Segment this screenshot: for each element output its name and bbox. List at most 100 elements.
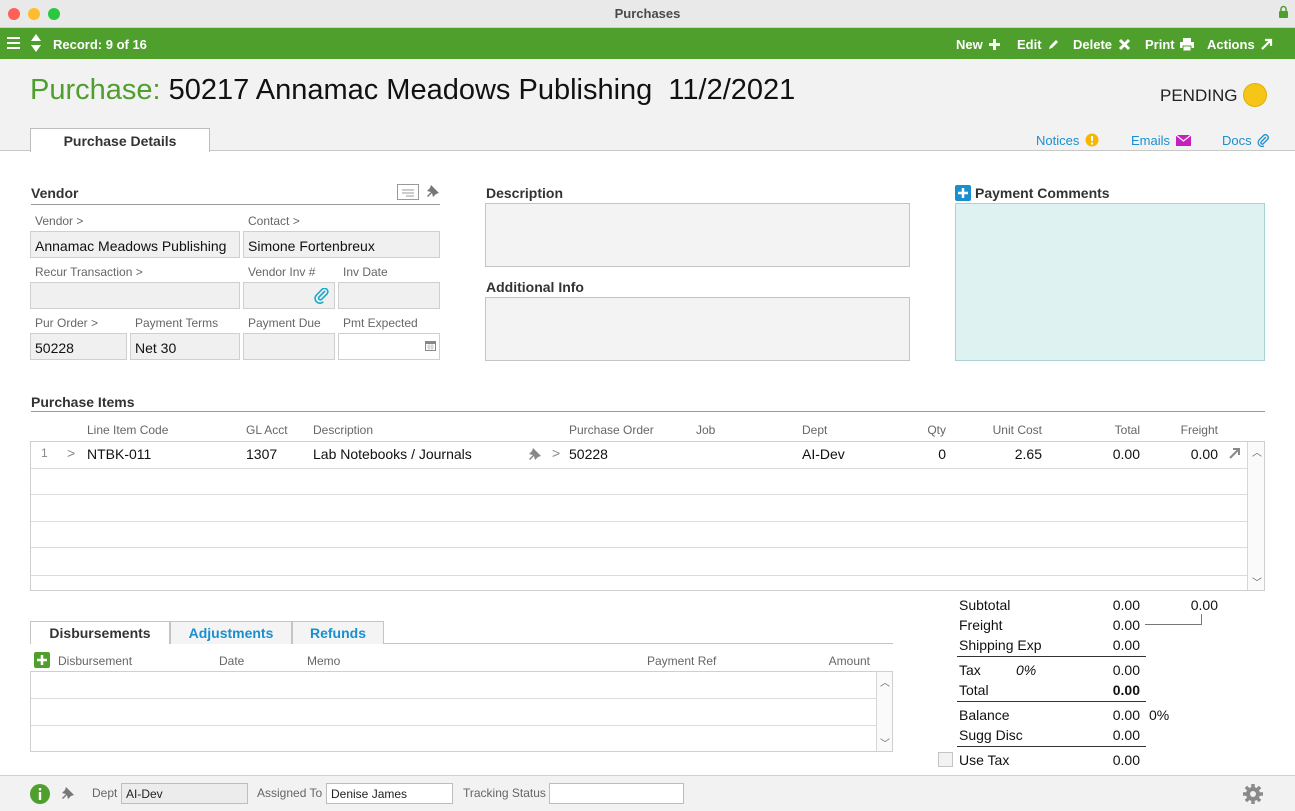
add-comment-icon[interactable] bbox=[955, 185, 971, 201]
tax-percent[interactable]: 0% bbox=[1016, 662, 1036, 678]
description-field[interactable] bbox=[485, 203, 910, 267]
tab-disbursements[interactable]: Disbursements bbox=[30, 621, 170, 644]
pur-order-label: Pur Order > bbox=[35, 316, 99, 330]
assigned-to-field[interactable]: Denise James bbox=[326, 783, 453, 804]
page-title-label: Purchase: bbox=[30, 74, 161, 106]
envelope-icon bbox=[1175, 134, 1192, 146]
col-gl-acct[interactable]: GL Acct bbox=[246, 423, 288, 437]
tracking-status-field[interactable] bbox=[549, 783, 684, 804]
qty-cell[interactable]: 0 bbox=[896, 446, 946, 462]
vendor-section-title: Vendor bbox=[31, 185, 79, 201]
purchase-order-cell[interactable]: 50228 bbox=[569, 446, 608, 462]
scroll-up-icon[interactable]: ︿ bbox=[1252, 444, 1262, 459]
col-payment-ref[interactable]: Payment Ref bbox=[647, 654, 716, 668]
freight-cell[interactable]: 0.00 bbox=[1148, 446, 1218, 462]
balance-percent: 0% bbox=[1149, 707, 1170, 723]
freight-value: 0.00 bbox=[1112, 617, 1140, 633]
payment-comments-title: Payment Comments bbox=[975, 185, 1110, 201]
col-total[interactable]: Total bbox=[1070, 423, 1140, 437]
contact-field[interactable]: Simone Fortenbreux bbox=[243, 231, 440, 258]
tab-refunds[interactable]: Refunds bbox=[292, 621, 384, 644]
pin-icon[interactable] bbox=[528, 447, 542, 461]
col-date[interactable]: Date bbox=[219, 654, 244, 668]
items-scrollbar[interactable]: ︿ ﹀ bbox=[1247, 442, 1264, 590]
dept-cell[interactable]: AI-Dev bbox=[802, 446, 845, 462]
dept-field[interactable]: AI-Dev bbox=[121, 783, 248, 804]
disbursements-scrollbar[interactable]: ︿ ﹀ bbox=[876, 672, 892, 751]
gl-acct-cell[interactable]: 1307 bbox=[246, 446, 277, 462]
menu-icon[interactable] bbox=[7, 36, 20, 50]
row-divider bbox=[31, 521, 1247, 522]
tabs-baseline bbox=[384, 643, 893, 644]
tab-purchase-details[interactable]: Purchase Details bbox=[30, 128, 210, 152]
col-freight[interactable]: Freight bbox=[1148, 423, 1218, 437]
payment-comments-field[interactable] bbox=[955, 203, 1265, 361]
unit-cost-cell[interactable]: 2.65 bbox=[972, 446, 1042, 462]
tax-value: 0.00 bbox=[1112, 662, 1140, 678]
add-disbursement-icon[interactable] bbox=[34, 652, 50, 668]
title-bar: Purchases bbox=[0, 0, 1295, 28]
recur-transaction-field[interactable] bbox=[30, 282, 240, 309]
col-amount[interactable]: Amount bbox=[800, 654, 870, 668]
scroll-down-icon[interactable]: ﹀ bbox=[1252, 574, 1262, 589]
payment-due-field[interactable] bbox=[243, 333, 335, 360]
scroll-up-icon[interactable]: ︿ bbox=[880, 674, 890, 689]
emails-link[interactable]: Emails bbox=[1131, 133, 1192, 148]
row-divider bbox=[31, 494, 1247, 495]
actions-label: Actions bbox=[1207, 37, 1255, 52]
new-button[interactable]: New bbox=[956, 37, 1001, 52]
lock-icon[interactable] bbox=[1278, 5, 1289, 19]
use-tax-label: Use Tax bbox=[959, 752, 1010, 768]
gear-icon[interactable] bbox=[1242, 783, 1264, 805]
arrow-out-icon bbox=[1261, 38, 1273, 50]
inv-date-field[interactable] bbox=[338, 282, 440, 309]
pin-icon[interactable] bbox=[426, 184, 440, 199]
col-unit-cost[interactable]: Unit Cost bbox=[972, 423, 1042, 437]
pur-order-field[interactable]: 50228 bbox=[30, 333, 127, 360]
description-cell[interactable]: Lab Notebooks / Journals bbox=[313, 446, 472, 462]
inv-date-label: Inv Date bbox=[343, 265, 388, 279]
actions-button[interactable]: Actions bbox=[1207, 37, 1273, 52]
vendor-field[interactable]: Annamac Meadows Publishing bbox=[30, 231, 240, 258]
col-dept[interactable]: Dept bbox=[802, 423, 827, 437]
record-navigator-icon[interactable] bbox=[30, 33, 42, 53]
open-item-icon[interactable] bbox=[1228, 447, 1241, 460]
pin-icon[interactable] bbox=[61, 786, 75, 801]
payment-terms-field[interactable]: Net 30 bbox=[130, 333, 240, 360]
sugg-disc-value: 0.00 bbox=[1112, 727, 1140, 743]
delete-button[interactable]: Delete bbox=[1073, 37, 1131, 52]
contact-label: Contact > bbox=[248, 214, 300, 228]
line-item-code-cell[interactable]: NTBK-011 bbox=[87, 446, 151, 462]
row-divider bbox=[31, 725, 876, 726]
total-label: Total bbox=[959, 682, 989, 698]
x-icon bbox=[1118, 38, 1130, 51]
footer-bar: Dept AI-Dev Assigned To Denise James Tra… bbox=[0, 775, 1295, 811]
sugg-disc-label: Sugg Disc bbox=[959, 727, 1023, 743]
status-text: PENDING bbox=[1160, 86, 1238, 105]
col-line-item-code[interactable]: Line Item Code bbox=[87, 423, 168, 437]
total-value: 0.00 bbox=[1112, 682, 1140, 698]
edit-button[interactable]: Edit bbox=[1017, 37, 1060, 52]
total-cell[interactable]: 0.00 bbox=[1070, 446, 1140, 462]
purchase-items-title: Purchase Items bbox=[31, 394, 135, 410]
tab-adjustments[interactable]: Adjustments bbox=[170, 621, 292, 644]
docs-link[interactable]: Docs bbox=[1222, 133, 1270, 148]
page-title: Purchase: 50217 Annamac Meadows Publishi… bbox=[30, 74, 795, 107]
calendar-icon[interactable] bbox=[425, 341, 436, 351]
card-icon[interactable] bbox=[397, 184, 419, 200]
col-qty[interactable]: Qty bbox=[896, 423, 946, 437]
po-link-icon[interactable]: > bbox=[552, 445, 560, 461]
col-purchase-order[interactable]: Purchase Order bbox=[569, 423, 654, 437]
attachment-icon[interactable] bbox=[314, 288, 330, 304]
col-description[interactable]: Description bbox=[313, 423, 373, 437]
print-button[interactable]: Print bbox=[1145, 37, 1195, 52]
row-expand-icon[interactable]: > bbox=[67, 445, 75, 461]
additional-info-field[interactable] bbox=[485, 297, 910, 361]
use-tax-checkbox[interactable] bbox=[938, 752, 953, 767]
info-icon[interactable] bbox=[30, 784, 50, 804]
col-job[interactable]: Job bbox=[696, 423, 715, 437]
col-disbursement[interactable]: Disbursement bbox=[58, 654, 132, 668]
col-memo[interactable]: Memo bbox=[307, 654, 340, 668]
notices-link[interactable]: Notices bbox=[1036, 133, 1099, 148]
scroll-down-icon[interactable]: ﹀ bbox=[880, 735, 890, 750]
